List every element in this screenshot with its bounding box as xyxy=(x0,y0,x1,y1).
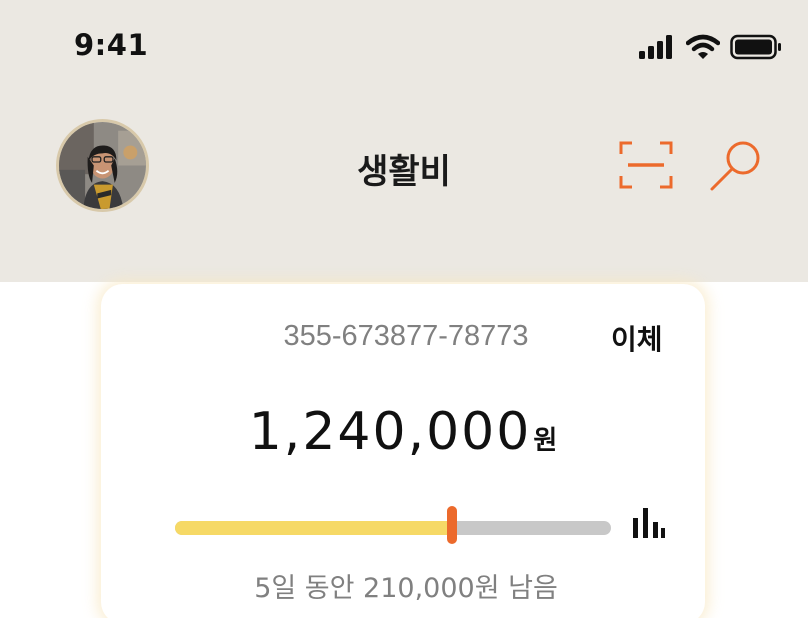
balance: 1,240,000원 xyxy=(101,402,705,462)
budget-progress-marker xyxy=(446,506,457,544)
bar-chart-icon xyxy=(633,508,665,538)
wifi-icon xyxy=(685,34,721,60)
balance-amount: 1,240,000 xyxy=(248,402,532,462)
budget-progress-bar xyxy=(175,521,611,535)
stats-button[interactable] xyxy=(631,508,665,538)
status-bar: 9:41 xyxy=(0,0,808,90)
battery-icon xyxy=(730,34,782,60)
remaining-budget-text: 5일 동안 210,000원 남음 xyxy=(254,573,558,604)
account-card[interactable]: 355-673877-78773 이체 1,240,000원 5일 동안 210… xyxy=(101,284,705,618)
status-icons xyxy=(638,34,782,60)
page-title: 생활비 xyxy=(357,152,451,192)
app-header: 생활비 xyxy=(0,116,808,216)
budget-progress-fill xyxy=(175,521,452,535)
search-icon xyxy=(710,141,760,191)
balance-unit: 원 xyxy=(533,426,558,456)
status-time: 9:41 xyxy=(74,28,149,62)
transfer-button[interactable]: 이체 xyxy=(611,318,663,358)
scan-icon xyxy=(619,141,673,189)
header-area: 9:41 생활비 xyxy=(0,0,808,282)
search-button[interactable] xyxy=(708,136,766,194)
cellular-signal-icon xyxy=(638,35,676,59)
scan-button[interactable] xyxy=(618,140,674,190)
